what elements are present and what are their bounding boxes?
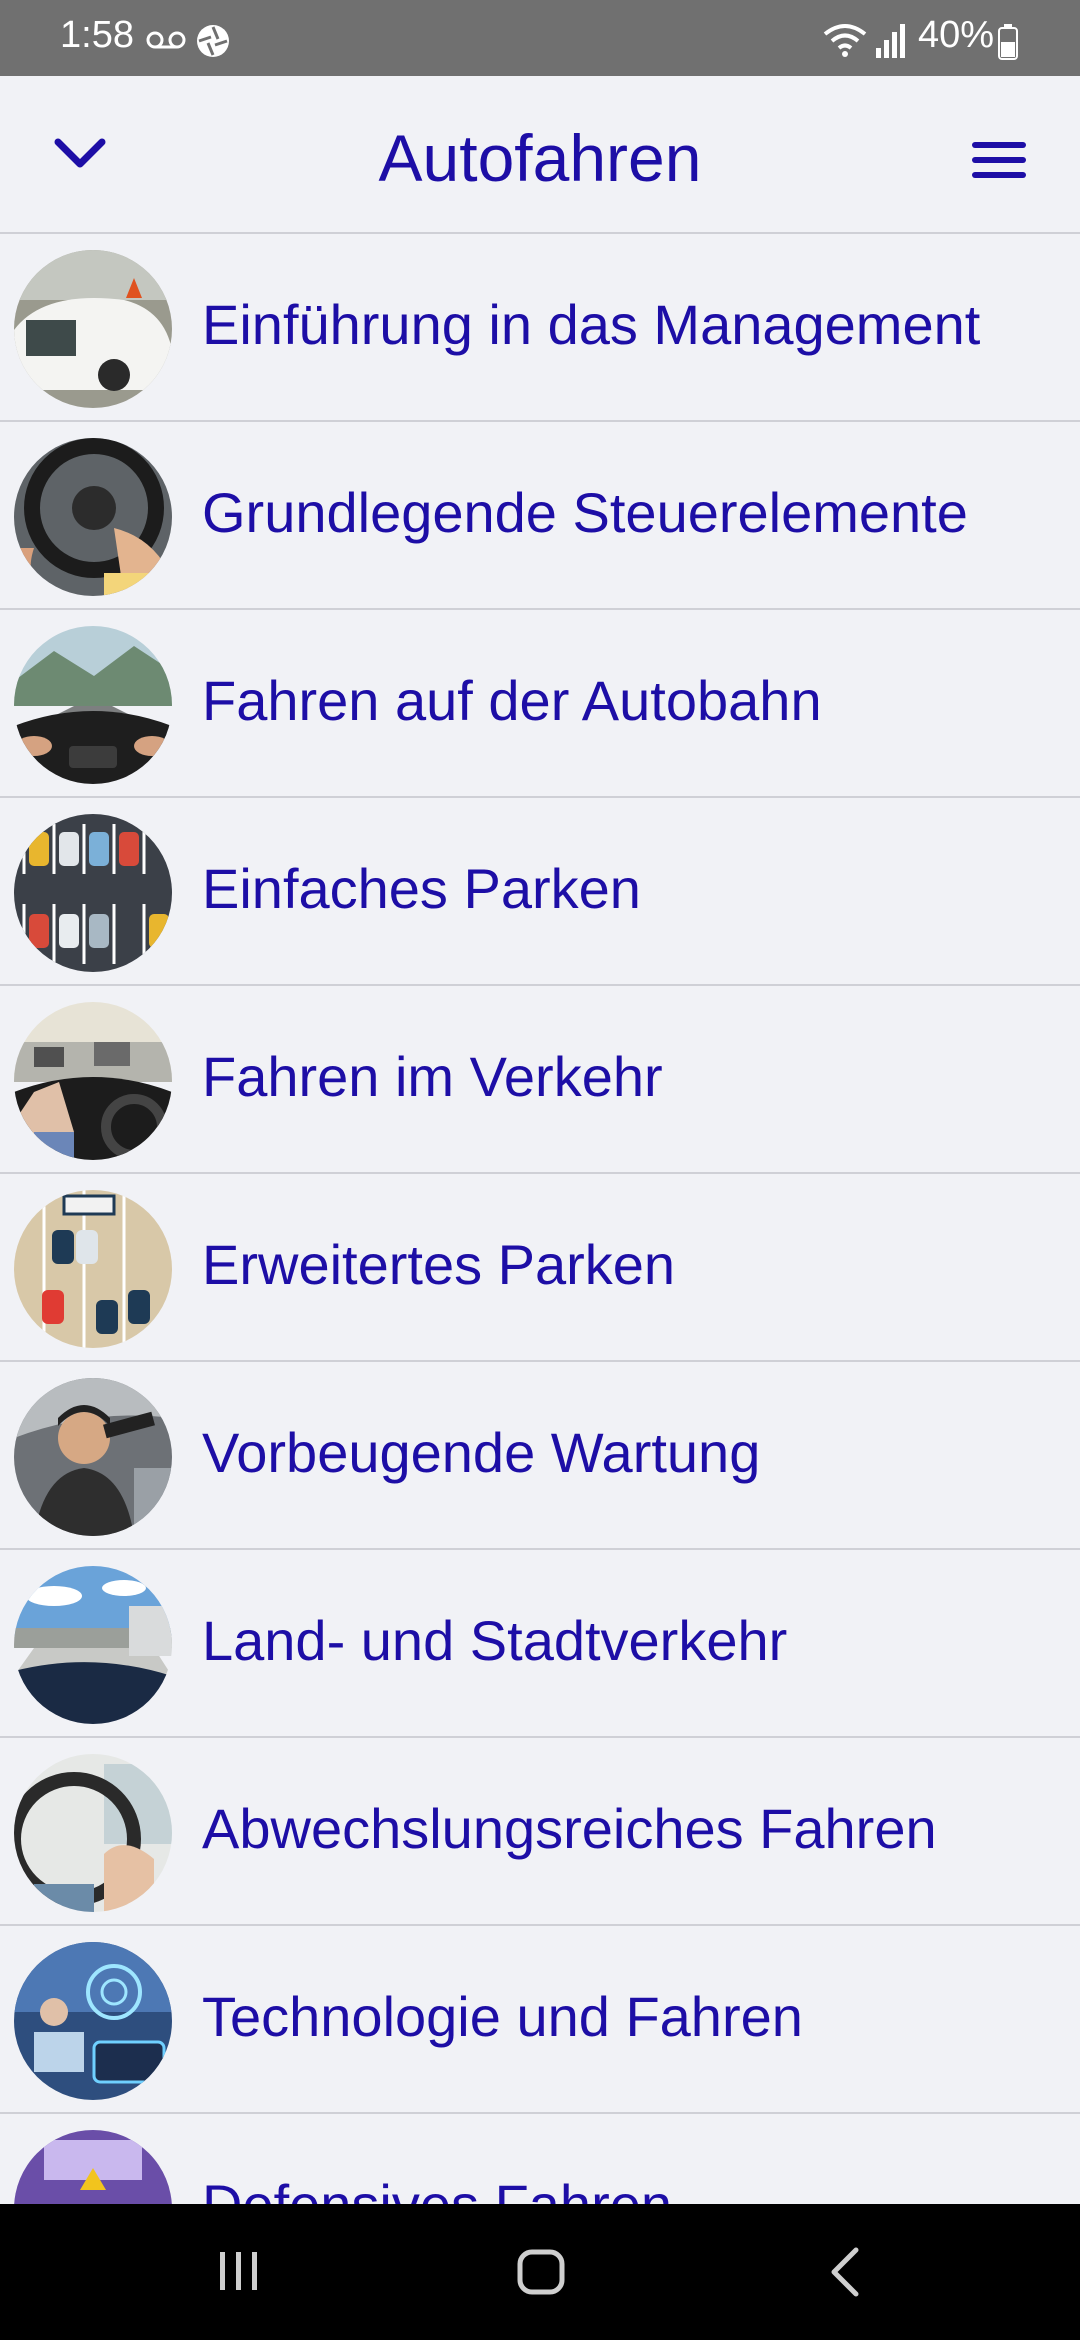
- lesson-title: Vorbeugende Wartung: [202, 1421, 761, 1484]
- lesson-title: Land- und Stadtverkehr: [202, 1609, 788, 1672]
- lesson-thumbnail: [14, 626, 172, 784]
- back-icon[interactable]: [826, 2246, 866, 2298]
- lesson-thumbnail: [14, 814, 172, 972]
- lesson-item[interactable]: Fahren auf der Autobahn: [0, 610, 1080, 798]
- status-time: 1:58: [60, 14, 134, 56]
- lesson-title: Grundlegende Steuerelemente: [202, 481, 968, 544]
- app-header: Autofahren: [0, 76, 1080, 234]
- lesson-thumbnail: [14, 1002, 172, 1160]
- lesson-item[interactable]: Fahren im Verkehr: [0, 986, 1080, 1174]
- lesson-item[interactable]: Land- und Stadtverkehr: [0, 1550, 1080, 1738]
- lesson-title: Fahren auf der Autobahn: [202, 669, 822, 732]
- lesson-title: Defensives Fahren: [202, 2172, 672, 2204]
- lesson-title: Einführung in das Management: [202, 293, 981, 356]
- hamburger-menu-icon[interactable]: [970, 138, 1028, 182]
- lesson-item[interactable]: Erweitertes Parken: [0, 1174, 1080, 1362]
- system-nav-bar: [0, 2204, 1080, 2340]
- lesson-title: Technologie und Fahren: [202, 1985, 803, 2048]
- signal-icon: [876, 24, 905, 58]
- aperture-icon: [197, 25, 229, 57]
- lesson-item[interactable]: Defensives Fahren: [0, 2114, 1080, 2204]
- lesson-title: Erweitertes Parken: [202, 1233, 676, 1296]
- status-bar: 1:58 40%: [0, 0, 1080, 76]
- battery-icon: [998, 24, 1018, 60]
- lesson-thumbnail: [14, 1378, 172, 1536]
- page-title: Autofahren: [378, 121, 702, 195]
- lesson-item[interactable]: Einführung in das Management: [0, 234, 1080, 422]
- lesson-thumbnail: [14, 1190, 172, 1348]
- battery-percent: 40%: [918, 14, 995, 56]
- lesson-thumbnail: [14, 1566, 172, 1724]
- wifi-icon: [823, 24, 867, 57]
- recent-apps-icon[interactable]: [214, 2248, 264, 2294]
- lesson-title: Fahren im Verkehr: [202, 1045, 663, 1108]
- lesson-thumbnail: [14, 1754, 172, 1912]
- lesson-title: Abwechslungsreiches Fahren: [202, 1797, 937, 1860]
- home-icon[interactable]: [516, 2248, 566, 2296]
- lesson-list: Einführung in das Management Grundlegend…: [0, 234, 1080, 2204]
- lesson-thumbnail: [14, 1942, 172, 2100]
- lesson-item[interactable]: Einfaches Parken: [0, 798, 1080, 986]
- lesson-item[interactable]: Grundlegende Steuerelemente: [0, 422, 1080, 610]
- lesson-thumbnail: [14, 2130, 172, 2204]
- voicemail-icon: [146, 31, 186, 49]
- lesson-title: Einfaches Parken: [202, 857, 641, 920]
- lesson-item[interactable]: Abwechslungsreiches Fahren: [0, 1738, 1080, 1926]
- lesson-item[interactable]: Technologie und Fahren: [0, 1926, 1080, 2114]
- lesson-thumbnail: [14, 438, 172, 596]
- lesson-item[interactable]: Vorbeugende Wartung: [0, 1362, 1080, 1550]
- lesson-thumbnail: [14, 250, 172, 408]
